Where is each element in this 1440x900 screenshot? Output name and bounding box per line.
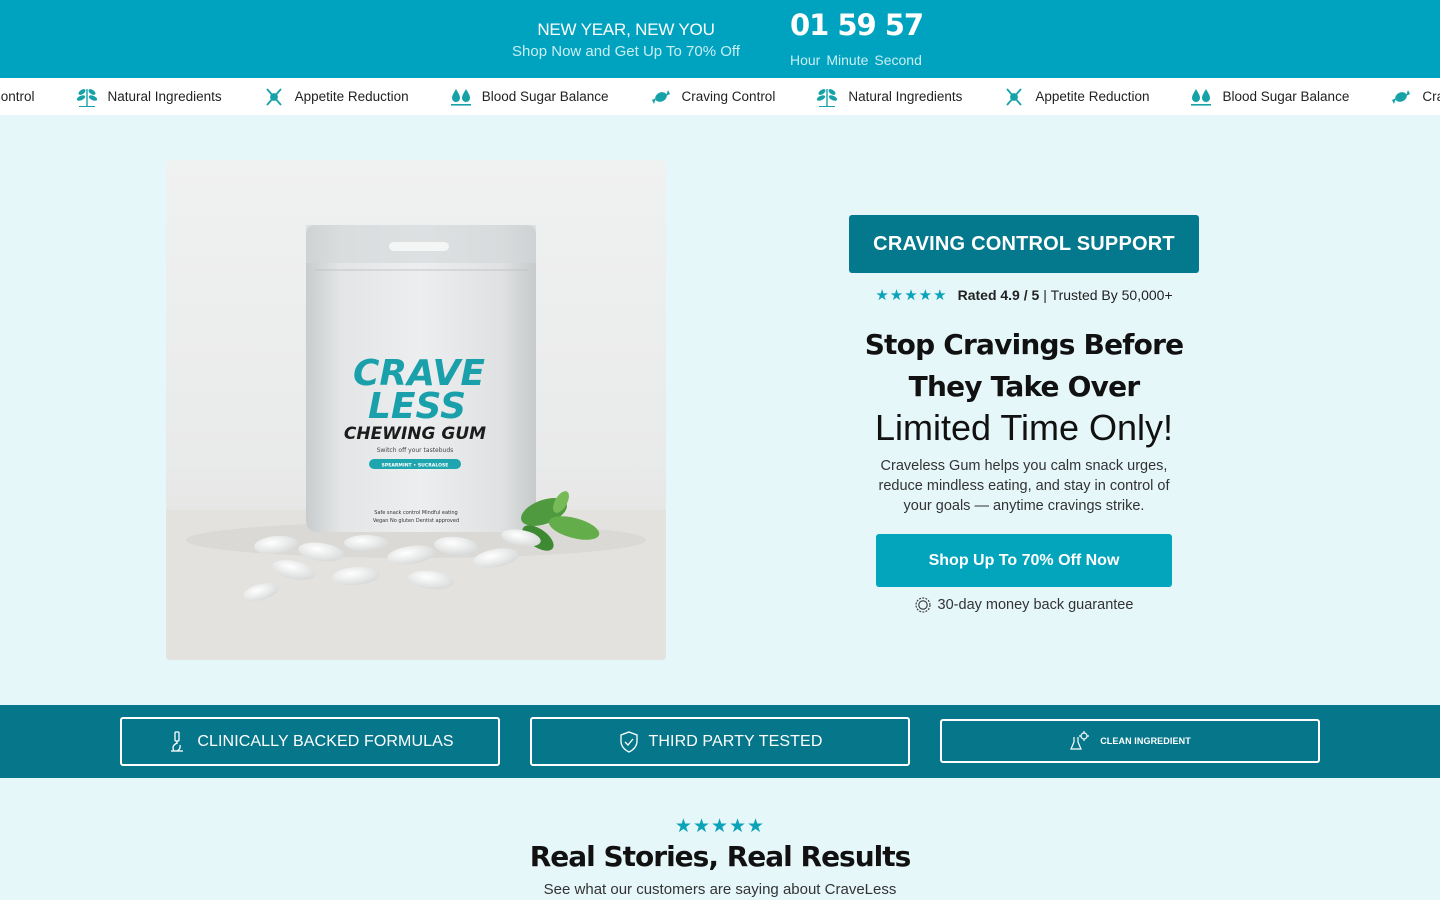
marquee-item-label: Control (0, 89, 35, 104)
marquee-track: Control Natural Ingredients Appetite Reduc… (0, 78, 1440, 115)
rating-row: ★★★★★ Rated 4.9 / 5 | Trusted By 50,000+ (820, 286, 1228, 304)
countdown-hour-label: Hour (790, 52, 821, 68)
marquee-item: Cra (1389, 86, 1440, 108)
candy-icon (1389, 86, 1413, 108)
hero-subtitle: Limited Time Only! (874, 407, 1174, 448)
marquee-item-label: Craving Control (681, 89, 776, 104)
marquee-item-label: Appetite Reduction (1035, 89, 1150, 104)
marquee-item: Blood Sugar Balance (1189, 86, 1349, 108)
rating-stars: ★★★★★ (875, 287, 948, 304)
promo-headline: NEW YEAR, NEW YOU (537, 20, 715, 39)
marquee-item: Natural Ingredients (75, 86, 222, 108)
shop-now-button[interactable]: Shop Up To 70% Off Now (876, 534, 1172, 587)
leaf-icon (75, 86, 99, 108)
product-flavor: SPEARMINT • SUCRALOSE (382, 463, 449, 469)
countdown-second: 57 (884, 8, 924, 42)
product-name: CHEWING GUM (344, 424, 486, 444)
guarantee-text: 30-day money back guarantee (937, 597, 1134, 613)
marquee-item: Appetite Reduction (262, 86, 409, 108)
promo-subline: Shop Now and Get Up To 70% Off (512, 43, 740, 60)
blood-drops-icon (449, 86, 473, 108)
microscope-icon (171, 730, 184, 752)
product-tagline: Switch off your tastebuds (377, 447, 454, 454)
guarantee-row: 30-day money back guarantee (820, 597, 1228, 613)
product-image: CRAVE LESS CHEWING GUM Switch off your t… (166, 160, 666, 660)
marquee-item: Appetite Reduction (1002, 86, 1149, 108)
hero-title-line-1: Stop Cravings Before (864, 328, 1184, 361)
marquee-item-label: Blood Sugar Balance (1222, 89, 1350, 104)
countdown-timer: 01 59 57 Hour Minute Second (790, 8, 932, 68)
trust-label-tested: THIRD PARTY TESTED (648, 732, 823, 750)
product-features-2: Vegan No gluten Dentist approved (373, 518, 459, 524)
marquee-item-label: Blood Sugar Balance (481, 89, 609, 104)
promo-bar: NEW YEAR, NEW YOU Shop Now and Get Up To… (0, 0, 1440, 78)
shield-check-icon (619, 730, 638, 753)
reviews-title: Real Stories, Real Results (529, 840, 912, 873)
countdown-minute-label: Minute (826, 52, 869, 68)
guarantee-badge-icon (914, 597, 931, 613)
hero-title: Stop Cravings Before They Take Over (820, 324, 1228, 408)
countdown-hour: 01 (790, 8, 829, 42)
fork-knife-icon (1002, 86, 1026, 108)
marquee-item-label: Natural Ingredients (107, 89, 222, 104)
hero-description: Craveless Gum helps you calm snack urges… (878, 458, 1170, 514)
marquee-item-label: Appetite Reduction (294, 89, 409, 104)
hero-title-line-2: They Take Over (908, 370, 1140, 403)
marquee-item-label: Natural Ingredients (848, 89, 963, 104)
trust-bar: CLINICALLY BACKED FORMULAS THIRD PARTY T… (0, 705, 1440, 778)
rating-value: Rated 4.9 / 5 (957, 287, 1040, 303)
marquee-item: Natural Ingredients (815, 86, 962, 108)
marquee-item: Control (0, 86, 35, 108)
rating-trust: | Trusted By 50,000+ (1043, 287, 1173, 303)
trust-label-clinical: CLINICALLY BACKED FORMULAS (197, 732, 454, 750)
marquee-item-label: Cra (1422, 89, 1440, 104)
leaf-icon (815, 86, 839, 108)
trust-item-clinical: CLINICALLY BACKED FORMULAS (120, 717, 500, 766)
product-photo: CRAVE LESS CHEWING GUM Switch off your t… (166, 225, 666, 660)
hero-content: CRAVING CONTROL SUPPORT ★★★★★ Rated 4.9 … (820, 215, 1228, 613)
fork-knife-icon (262, 86, 286, 108)
trust-item-tested: THIRD PARTY TESTED (530, 717, 910, 766)
flask-gear-icon (1070, 731, 1090, 750)
marquee-item: Blood Sugar Balance (449, 86, 609, 108)
countdown-second-label: Second (874, 52, 922, 68)
reviews-stars: ★★★★★ (674, 816, 766, 837)
countdown-minute: 59 (837, 8, 876, 42)
craving-control-badge: CRAVING CONTROL SUPPORT (849, 215, 1199, 273)
reviews-section: ★★★★★ Real Stories, Real Results See wha… (0, 815, 1440, 898)
product-features-1: Safe snack control Mindful eating (374, 510, 457, 516)
blood-drops-icon (1189, 86, 1213, 108)
trust-label-clean: CLEAN INGREDIENT (1100, 736, 1191, 746)
brand-line-2: LESS (368, 386, 466, 427)
reviews-subtitle: See what our customers are saying about … (543, 881, 897, 898)
trust-item-clean: CLEAN INGREDIENT (940, 719, 1320, 763)
candy-icon (649, 86, 673, 108)
promo-text: NEW YEAR, NEW YOU Shop Now and Get Up To… (490, 20, 762, 62)
marquee-item: Craving Control (649, 86, 776, 108)
benefits-marquee: Control Natural Ingredients Appetite Reduc… (0, 78, 1440, 115)
